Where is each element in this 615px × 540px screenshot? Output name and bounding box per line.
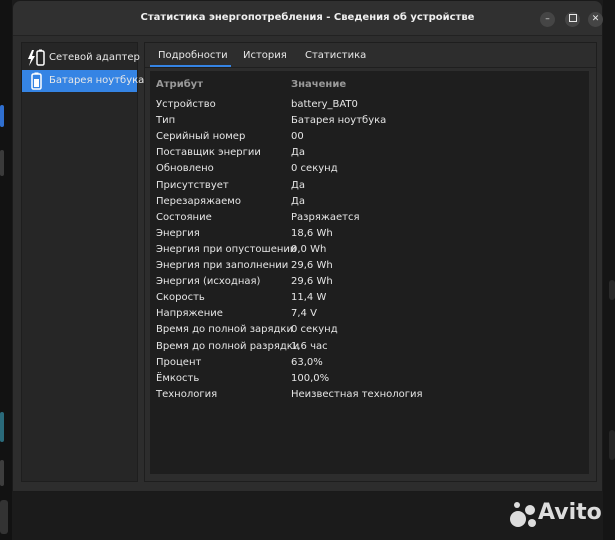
titlebar[interactable]: Статистика энергопотребления - Сведения … xyxy=(13,1,603,36)
dock-icon[interactable] xyxy=(0,150,4,176)
value-cell: 0 секунд xyxy=(291,163,338,175)
table-row[interactable]: Энергия при заполнении 29,6 Wh xyxy=(150,258,589,274)
table-row[interactable]: Энергия при опустошении 0,0 Wh xyxy=(150,242,589,258)
window-content: Сетевой адаптер Батарея ноутбука Подробн… xyxy=(13,36,602,491)
device-label: Батарея ноутбука xyxy=(49,75,145,86)
attribute-cell: Технология xyxy=(156,388,218,400)
value-cell: Неизвестная технология xyxy=(291,388,423,400)
maximize-icon xyxy=(568,13,577,22)
value-cell: Да xyxy=(291,179,305,191)
avito-logo-icon xyxy=(510,502,536,527)
attribute-cell: Серийный номер xyxy=(156,131,246,143)
tab-details[interactable]: Подробности xyxy=(158,50,228,61)
dock-icon[interactable] xyxy=(0,412,4,442)
desktop-left-edge xyxy=(0,0,12,540)
attribute-cell: Обновлено xyxy=(156,163,214,175)
table-row[interactable]: Устройство battery_BAT0 xyxy=(150,97,589,113)
close-button[interactable]: ✕ xyxy=(588,12,603,27)
desktop-decoration xyxy=(609,280,615,300)
value-cell: 18,6 Wh xyxy=(291,227,333,239)
desktop-right-edge xyxy=(603,0,615,540)
attribute-cell: Тип xyxy=(156,115,176,127)
details-table[interactable]: Атрибут Значение Устройство battery_BAT0 Т… xyxy=(150,71,589,474)
attribute-cell: Устройство xyxy=(156,99,216,110)
minimize-button[interactable]: – xyxy=(540,12,555,27)
device-details-window: Статистика энергопотребления - Сведения … xyxy=(12,0,603,492)
table-row[interactable]: Серийный номер 00 xyxy=(150,129,589,145)
battery-icon xyxy=(31,72,42,90)
value-cell: 00 xyxy=(291,131,304,143)
table-row[interactable]: Процент 63,0% xyxy=(150,355,589,371)
close-icon: ✕ xyxy=(591,14,600,24)
active-tab-indicator xyxy=(150,65,231,67)
table-row[interactable]: Состояние Разряжается xyxy=(150,210,589,226)
value-cell: 7,4 V xyxy=(291,308,317,320)
dock-icon[interactable] xyxy=(0,460,4,486)
tab-history[interactable]: История xyxy=(243,50,287,61)
attribute-cell: Время до полной разрядки xyxy=(156,340,300,352)
attribute-cell: Поставщик энергии xyxy=(156,147,261,159)
attribute-cell: Время до полной зарядки xyxy=(156,324,293,336)
window-title: Статистика энергопотребления - Сведения … xyxy=(140,12,475,23)
avito-watermark: Avito xyxy=(508,500,603,530)
maximize-button[interactable] xyxy=(565,12,580,27)
watermark-text: Avito xyxy=(538,500,602,525)
attribute-cell: Энергия при опустошении xyxy=(156,243,297,255)
value-cell: Да xyxy=(291,195,305,207)
table-row[interactable]: Технология Неизвестная технология xyxy=(150,387,589,403)
value-cell: 0,0 Wh xyxy=(291,243,327,255)
dock-icon[interactable] xyxy=(0,500,8,534)
device-item-ac-adapter[interactable]: Сетевой адаптер xyxy=(22,47,140,69)
table-row[interactable]: Скорость 11,4 W xyxy=(150,290,589,306)
value-cell: 1,6 час xyxy=(291,340,328,352)
minimize-icon: – xyxy=(545,14,550,24)
dock-icon[interactable] xyxy=(0,105,4,127)
attribute-cell: Скорость xyxy=(156,292,205,304)
table-row[interactable]: Тип Батарея ноутбука xyxy=(150,113,589,129)
table-row[interactable]: Энергия 18,6 Wh xyxy=(150,226,589,242)
device-label: Сетевой адаптер xyxy=(49,52,140,63)
column-header-value[interactable]: Значение xyxy=(291,79,346,90)
tab-bar: Подробности История Статистика xyxy=(145,43,596,68)
device-list: Сетевой адаптер Батарея ноутбука xyxy=(21,42,144,482)
value-cell: Батарея ноутбука xyxy=(291,115,387,127)
table-row[interactable]: Время до полной разрядки 1,6 час xyxy=(150,339,589,355)
details-panel: Подробности История Статистика Атрибут З… xyxy=(144,42,597,482)
tab-statistics[interactable]: Статистика xyxy=(305,50,366,61)
table-row[interactable]: Поставщик энергии Да xyxy=(150,145,589,161)
attribute-cell: Энергия (исходная) xyxy=(156,276,261,288)
attribute-cell: Перезаряжаемо xyxy=(156,195,241,207)
value-cell: 100,0% xyxy=(291,372,330,384)
table-row[interactable]: Время до полной зарядки 0 секунд xyxy=(150,322,589,338)
table-row[interactable]: Обновлено 0 секунд xyxy=(150,161,589,177)
table-row[interactable]: Энергия (исходная) 29,6 Wh xyxy=(150,274,589,290)
attribute-cell: Напряжение xyxy=(156,308,223,320)
value-cell: Разряжается xyxy=(291,211,360,223)
table-row[interactable]: Перезаряжаемо Да xyxy=(150,194,589,210)
table-row[interactable]: Ёмкость 100,0% xyxy=(150,371,589,387)
value-cell: 29,6 Wh xyxy=(291,260,333,271)
attribute-cell: Ёмкость xyxy=(156,372,200,384)
value-cell: battery_BAT0 xyxy=(291,99,358,110)
attribute-cell: Энергия при заполнении xyxy=(156,260,289,271)
table-row[interactable]: Присутствует Да xyxy=(150,178,589,194)
value-cell: 11,4 W xyxy=(291,292,327,304)
value-cell: 63,0% xyxy=(291,356,323,368)
attribute-cell: Процент xyxy=(156,356,202,368)
attribute-cell: Состояние xyxy=(156,211,212,223)
table-row[interactable]: Напряжение 7,4 V xyxy=(150,306,589,322)
value-cell: Да xyxy=(291,147,305,159)
column-header-attribute[interactable]: Атрибут xyxy=(156,79,203,90)
value-cell: 0 секунд xyxy=(291,324,338,336)
device-item-laptop-battery[interactable]: Батарея ноутбука xyxy=(22,70,144,92)
attribute-cell: Присутствует xyxy=(156,179,229,191)
ac-adapter-icon xyxy=(28,49,45,66)
desktop-decoration xyxy=(609,430,615,460)
value-cell: 29,6 Wh xyxy=(291,276,333,288)
attribute-cell: Энергия xyxy=(156,227,200,239)
